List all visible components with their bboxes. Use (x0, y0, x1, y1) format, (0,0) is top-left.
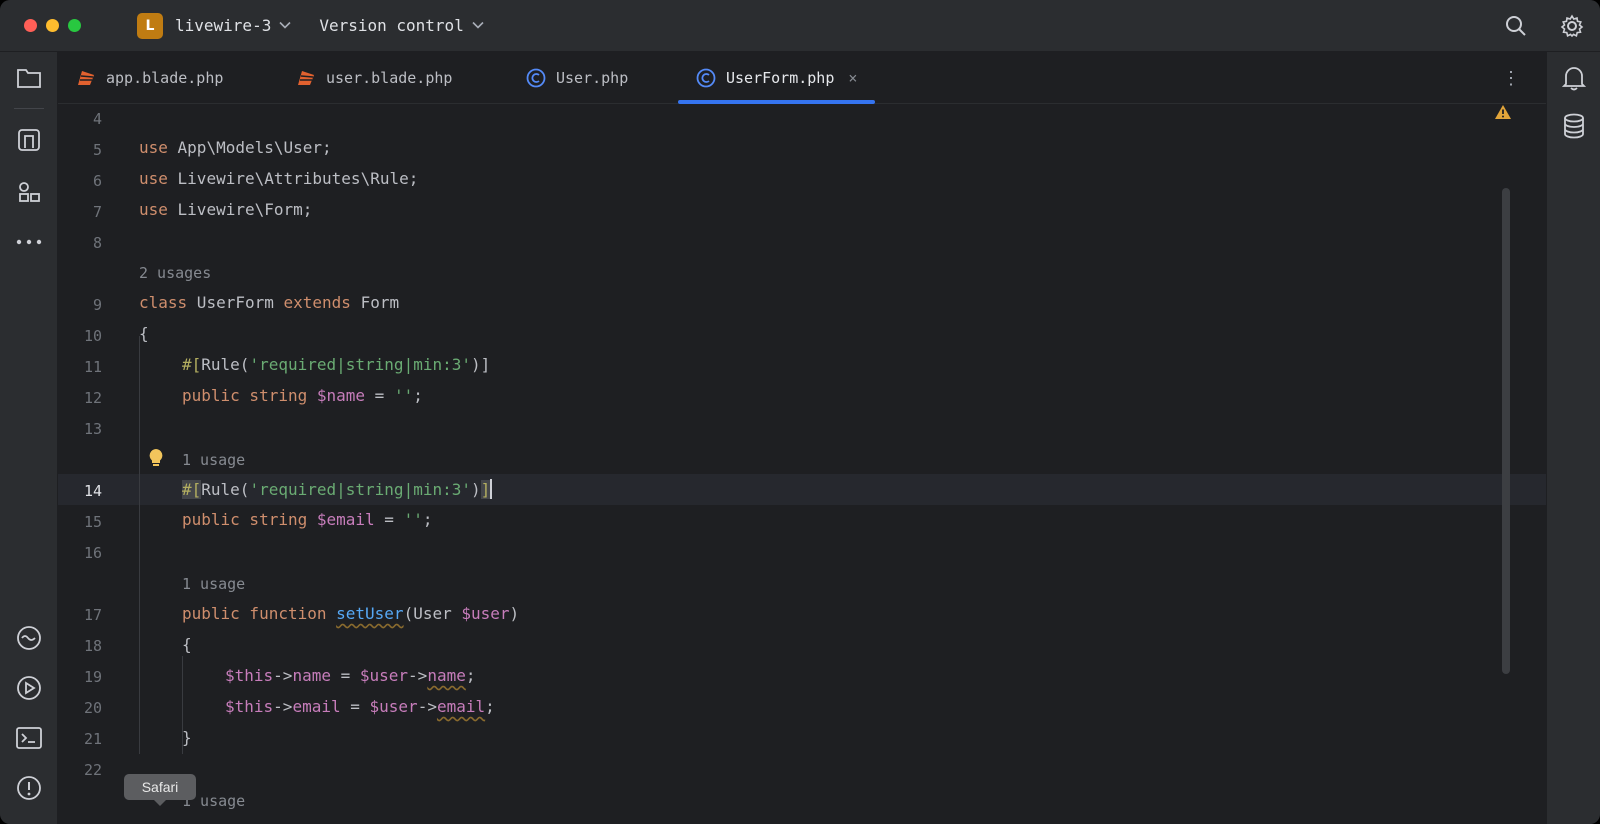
line-number-current: 14 (83, 482, 102, 500)
code-line-20: $this->email = $user->email; (225, 697, 495, 716)
commit-icon[interactable] (15, 126, 43, 154)
search-icon[interactable] (1488, 15, 1544, 37)
line-number: 19 (83, 668, 102, 686)
window-controls (24, 19, 81, 32)
tab-user-blade[interactable]: user.blade.php (296, 52, 452, 104)
line-number: 21 (83, 730, 102, 748)
run-icon[interactable] (15, 674, 43, 702)
gear-icon[interactable] (1544, 14, 1600, 38)
title-bar-actions (1488, 0, 1600, 52)
more-icon[interactable] (15, 228, 43, 256)
database-icon[interactable] (1560, 112, 1588, 140)
structure-icon[interactable] (15, 178, 43, 206)
usages-hint[interactable]: 2 usages (139, 264, 211, 282)
line-number: 18 (83, 637, 102, 655)
code-line-21: } (182, 728, 192, 747)
line-number: 13 (83, 420, 102, 438)
code-line-5: use App\Models\User; (139, 138, 332, 157)
code-line-18: { (182, 635, 192, 654)
tab-userform-php[interactable]: UserForm.php × (678, 52, 876, 104)
terminal-icon[interactable] (15, 724, 43, 752)
code-line-14: #[Rule('required|string|min:3')] (182, 479, 493, 499)
line-number: 8 (92, 234, 102, 252)
dock-tooltip: Safari (124, 774, 196, 806)
tab-label: UserForm.php (726, 69, 835, 87)
php-class-icon (696, 68, 716, 88)
indent-guide (139, 336, 140, 754)
line-number: 12 (83, 389, 102, 407)
title-bar: L livewire-3 Version control (0, 0, 1600, 52)
project-name[interactable]: livewire-3 (175, 16, 271, 35)
chevron-down-icon[interactable] (279, 19, 291, 32)
code-line-12: public string $name = ''; (182, 386, 423, 405)
php-class-icon (526, 68, 546, 88)
code-line-6: use Livewire\Attributes\Rule; (139, 169, 419, 188)
code-line-17: public function setUser(User $user) (182, 604, 520, 623)
line-number: 7 (92, 203, 102, 221)
close-window-button[interactable] (24, 19, 37, 32)
line-number: 17 (83, 606, 102, 624)
editor-tab-bar: app.blade.php user.blade.php User.php Us… (58, 52, 1546, 104)
services-icon[interactable] (15, 624, 43, 652)
tab-app-blade[interactable]: app.blade.php (76, 52, 223, 104)
code-line-19: $this->name = $user->name; (225, 666, 476, 685)
line-number: 16 (83, 544, 102, 562)
tabs-more-icon[interactable]: ⋮ (1502, 68, 1520, 89)
chevron-down-icon[interactable] (472, 19, 484, 32)
tab-label: User.php (556, 69, 629, 87)
version-control-menu[interactable]: Version control (319, 16, 464, 35)
usages-hint[interactable]: 1 usage (182, 451, 245, 469)
project-badge[interactable]: L (137, 12, 163, 39)
line-number: 6 (92, 172, 102, 190)
left-tool-strip (0, 52, 58, 824)
close-icon[interactable]: × (848, 69, 857, 87)
code-editor[interactable]: 4 5 6 7 8 9 10 11 12 13 14 15 16 17 18 1… (58, 104, 1546, 824)
notifications-icon[interactable] (1560, 64, 1588, 92)
text-caret (490, 479, 493, 499)
line-number: 20 (83, 699, 102, 717)
code-line-10: { (139, 324, 149, 343)
strip-divider (14, 108, 44, 109)
code-line-11: #[Rule('required|string|min:3')] (182, 355, 491, 374)
blade-icon (76, 69, 96, 87)
line-number: 22 (83, 761, 102, 779)
line-number: 11 (83, 358, 102, 376)
line-number: 4 (92, 110, 102, 128)
ide-window: L livewire-3 Version control app.blade.p… (0, 0, 1600, 824)
blade-icon (296, 69, 316, 87)
zoom-window-button[interactable] (68, 19, 81, 32)
line-number: 9 (92, 296, 102, 314)
code-line-9: class UserForm extends Form (139, 293, 400, 312)
warning-icon[interactable] (1494, 104, 1512, 124)
usages-hint[interactable]: 1 usage (182, 575, 245, 593)
line-number: 15 (83, 513, 102, 531)
right-tool-strip (1546, 52, 1600, 824)
code-line-15: public string $email = ''; (182, 510, 433, 529)
minimize-window-button[interactable] (46, 19, 59, 32)
lightbulb-icon[interactable] (148, 448, 164, 472)
vertical-scrollbar[interactable] (1502, 188, 1510, 674)
folder-icon[interactable] (15, 64, 43, 92)
line-number: 10 (83, 327, 102, 345)
tab-label: app.blade.php (106, 69, 224, 87)
tab-label: user.blade.php (326, 69, 453, 87)
code-line-7: use Livewire\Form; (139, 200, 313, 219)
tab-user-php[interactable]: User.php (526, 52, 628, 104)
line-number: 5 (92, 141, 102, 159)
problems-icon[interactable] (15, 774, 43, 802)
